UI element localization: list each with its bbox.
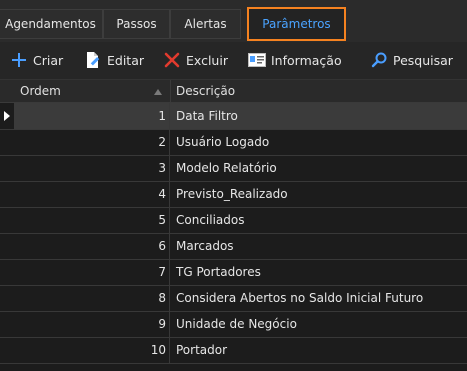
cell-ordem: 7: [14, 259, 170, 285]
cell-descricao: Considera Abertos no Saldo Inicial Futur…: [176, 291, 424, 305]
row-indicator: [0, 155, 14, 181]
table-row[interactable]: 7 TG Portadores: [0, 259, 467, 286]
row-indicator: [0, 311, 14, 337]
cell-descricao: Portador: [176, 343, 228, 357]
table-row[interactable]: 8 Considera Abertos no Saldo Inicial Futu…: [0, 285, 467, 312]
row-indicator: [0, 207, 14, 233]
cell-ordem: 10: [14, 337, 170, 363]
cell-descricao: TG Portadores: [176, 265, 261, 279]
informacao-button[interactable]: Informação: [248, 50, 342, 70]
cell-ordem: 4: [14, 181, 170, 207]
excluir-label: Excluir: [186, 52, 228, 68]
id-card-icon: [248, 51, 266, 69]
tab-bar: Agendamentos Passos Alertas Parâmetros: [0, 0, 467, 42]
editar-label: Editar: [107, 52, 145, 68]
cell-ordem: 3: [14, 155, 170, 181]
cell-descricao: Conciliados: [176, 213, 245, 227]
table-row[interactable]: 1 Data Filtro: [0, 103, 467, 130]
row-indicator: [0, 233, 14, 259]
table-row[interactable]: 2 Usuário Logado: [0, 129, 467, 156]
excluir-button[interactable]: Excluir: [163, 50, 228, 70]
cell-ordem: 1: [14, 103, 170, 129]
cell-ordem: 5: [14, 207, 170, 233]
editar-button[interactable]: Editar: [84, 50, 144, 70]
cell-ordem: 8: [14, 285, 170, 311]
row-indicator: [0, 181, 14, 207]
tab-passos[interactable]: Passos: [103, 9, 170, 39]
sort-ascending-icon: [152, 80, 164, 102]
cell-descricao: Previsto_Realizado: [176, 187, 288, 201]
table-row[interactable]: 9 Unidade de Negócio: [0, 311, 467, 338]
cell-descricao: Modelo Relatório: [176, 161, 277, 175]
table-row[interactable]: 4 Previsto_Realizado: [0, 181, 467, 208]
search-icon: [370, 51, 388, 69]
cell-descricao: Data Filtro: [170, 103, 467, 129]
table-row[interactable]: 10 Portador: [0, 337, 467, 364]
pesquisar-button[interactable]: Pesquisar: [370, 50, 453, 70]
row-indicator: [0, 285, 14, 311]
table-row[interactable]: 6 Marcados: [0, 233, 467, 260]
cell-descricao: Usuário Logado: [176, 135, 270, 149]
informacao-label: Informação: [271, 52, 342, 68]
edit-document-icon: [84, 51, 102, 69]
pesquisar-label: Pesquisar: [393, 52, 453, 68]
row-indicator: [0, 129, 14, 155]
cell-descricao: Unidade de Negócio: [176, 317, 297, 331]
tab-agendamentos[interactable]: Agendamentos: [0, 9, 103, 39]
cell-ordem: 2: [14, 129, 170, 155]
row-indicator: [0, 337, 14, 363]
criar-label: Criar: [33, 52, 64, 68]
plus-icon: [10, 51, 28, 69]
table-row[interactable]: 3 Modelo Relatório: [0, 155, 467, 182]
grid-header: Ordem Descrição: [0, 80, 467, 103]
row-pointer-icon: [0, 103, 14, 129]
parameters-grid: Ordem Descrição 1 Data Filtro 2 Usuário Log…: [0, 80, 467, 371]
cell-ordem: 9: [14, 311, 170, 337]
toolbar: Criar Editar Excluir Informação Pesquisa…: [0, 42, 467, 80]
cell-descricao: Marcados: [176, 239, 234, 253]
cell-ordem: 6: [14, 233, 170, 259]
column-divider: [170, 80, 171, 102]
tab-parametros[interactable]: Parâmetros: [247, 7, 346, 41]
row-indicator: [0, 259, 14, 285]
column-header-descricao[interactable]: Descrição: [176, 80, 235, 102]
column-header-ordem[interactable]: Ordem: [20, 80, 61, 102]
delete-x-icon: [163, 51, 181, 69]
criar-button[interactable]: Criar: [10, 50, 63, 70]
tab-alertas[interactable]: Alertas: [170, 9, 241, 39]
table-row[interactable]: 5 Conciliados: [0, 207, 467, 234]
